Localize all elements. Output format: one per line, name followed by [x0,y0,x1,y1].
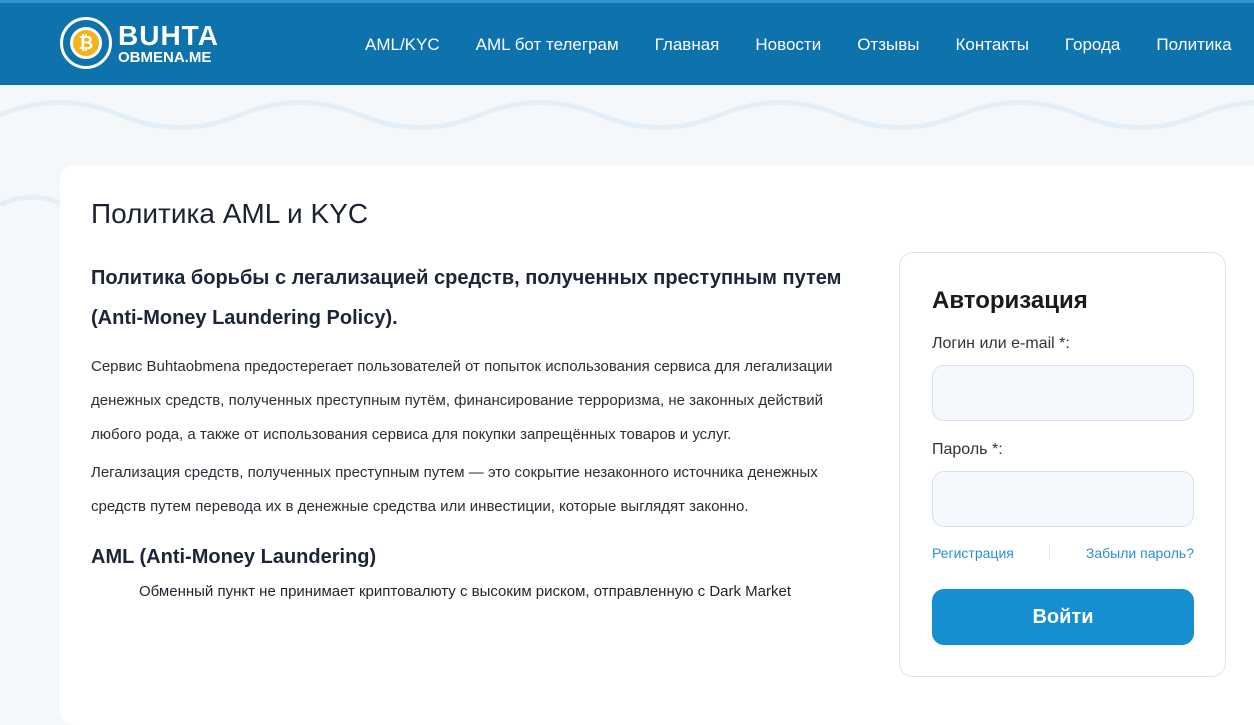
auth-panel: Авторизация Логин или e-mail *: Пароль *… [899,252,1226,677]
paragraph: Легализация средств, полученных преступн… [91,464,818,515]
nav-home[interactable]: Главная [655,35,720,55]
nav-reviews[interactable]: Отзывы [857,35,919,55]
nav-news[interactable]: Новости [755,35,821,55]
header: ₿ BUHTA OBMENA.ME AML/KYC AML бот телегр… [0,0,1254,85]
nav-policy[interactable]: Политика [1156,35,1231,55]
page-title: Политика AML и KYC [91,198,369,229]
register-link[interactable]: Регистрация [932,545,1014,561]
login-label: Логин или e-mail *: [932,335,1070,352]
nav-aml-kyc[interactable]: AML/KYC [365,35,440,55]
password-label: Пароль *: [932,441,1003,458]
nav-cities[interactable]: Города [1065,35,1120,55]
login-button[interactable]: Войти [932,589,1194,645]
divider [1049,545,1051,559]
password-input[interactable] [932,471,1194,527]
nav-aml-bot[interactable]: AML бот телеграм [476,35,619,55]
logo-line2: OBMENA.ME [118,48,212,66]
login-input[interactable] [932,365,1194,421]
auth-title: Авторизация [932,287,1088,314]
aml-heading: AML (Anti-Money Laundering) [91,546,377,568]
policy-content: Политика борьбы с легализацией средств, … [91,258,871,600]
paragraph: Обменный пункт не принимает криптовалюту… [139,583,791,600]
policy-heading: Политика борьбы с легализацией средств, … [91,267,842,329]
nav-contacts[interactable]: Контакты [955,35,1028,55]
logo-line1: BUHTA [118,19,219,51]
main-nav: AML/KYC AML бот телеграм Главная Новости… [365,35,1232,55]
forgot-password-link[interactable]: Забыли пароль? [1086,545,1194,561]
wheel-icon: ₿ [60,17,112,69]
bitcoin-icon: ₿ [70,27,102,59]
logo[interactable]: ₿ BUHTA OBMENA.ME [60,17,219,69]
paragraph: Сервис Buhtaobmena предостерегает пользо… [91,358,833,443]
